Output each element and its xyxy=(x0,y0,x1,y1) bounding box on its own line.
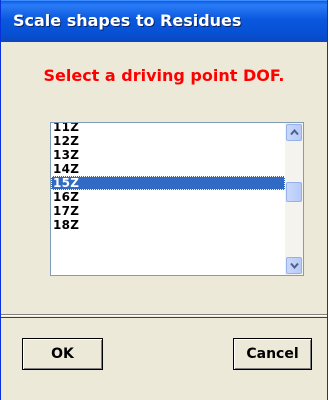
chevron-down-icon xyxy=(290,262,299,269)
chevron-up-icon xyxy=(290,129,299,136)
separator-line xyxy=(1,317,327,318)
list-item[interactable]: 18Z xyxy=(51,218,285,232)
dialog-window: Scale shapes to Residues Select a drivin… xyxy=(0,0,328,400)
scroll-up-button[interactable] xyxy=(286,124,302,141)
list-item[interactable]: 14Z xyxy=(51,162,285,176)
title-bar[interactable]: Scale shapes to Residues xyxy=(1,0,327,42)
dof-listbox[interactable]: 11Z 12Z 13Z 14Z 15Z 16Z 17Z 18Z xyxy=(50,122,304,276)
ok-button[interactable]: OK xyxy=(22,338,103,370)
list-item-selected[interactable]: 15Z xyxy=(51,176,285,190)
list-item[interactable]: 12Z xyxy=(51,134,285,148)
vertical-scrollbar[interactable] xyxy=(285,123,303,275)
separator xyxy=(1,314,327,316)
dof-list: 11Z 12Z 13Z 14Z 15Z 16Z 17Z 18Z xyxy=(51,123,285,232)
cancel-button[interactable]: Cancel xyxy=(233,338,312,370)
scroll-down-button[interactable] xyxy=(286,257,302,274)
list-item[interactable]: 16Z xyxy=(51,190,285,204)
scrollbar-thumb[interactable] xyxy=(286,182,302,202)
prompt-text: Select a driving point DOF. xyxy=(43,66,285,85)
list-item[interactable]: 17Z xyxy=(51,204,285,218)
list-item[interactable]: 13Z xyxy=(51,148,285,162)
list-item[interactable]: 11Z xyxy=(51,123,285,134)
window-title: Scale shapes to Residues xyxy=(13,11,242,30)
